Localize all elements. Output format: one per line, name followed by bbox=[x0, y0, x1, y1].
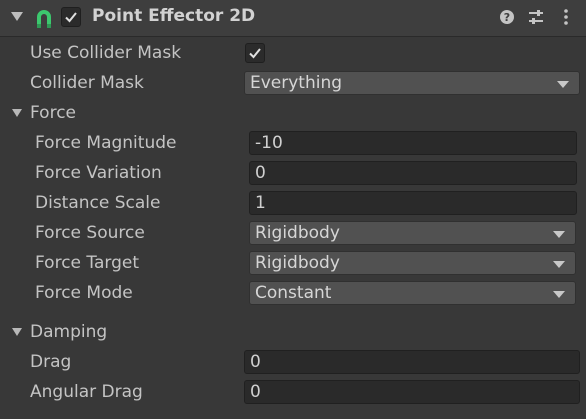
collider-mask-value: Everything bbox=[250, 73, 343, 93]
damping-foldout-icon[interactable] bbox=[12, 328, 22, 336]
force-target-value: Rigidbody bbox=[255, 253, 340, 273]
component-header[interactable]: Point Effector 2D ? bbox=[0, 0, 586, 37]
distance-scale-label: Distance Scale bbox=[35, 193, 161, 213]
force-source-dropdown[interactable]: Rigidbody bbox=[249, 221, 576, 245]
distance-scale-field[interactable]: 1 bbox=[249, 191, 577, 215]
dropdown-arrow-icon bbox=[553, 291, 565, 298]
force-target-label: Force Target bbox=[35, 253, 139, 273]
force-magnitude-label: Force Magnitude bbox=[35, 133, 177, 153]
collider-mask-dropdown[interactable]: Everything bbox=[244, 71, 580, 95]
force-section-label[interactable]: Force bbox=[30, 103, 76, 123]
drag-label: Drag bbox=[30, 352, 72, 372]
force-source-value: Rigidbody bbox=[255, 223, 340, 243]
force-mode-label: Force Mode bbox=[35, 283, 133, 303]
help-icon[interactable]: ? bbox=[497, 7, 517, 27]
kebab-menu-icon[interactable] bbox=[556, 7, 576, 27]
force-source-label: Force Source bbox=[35, 223, 145, 243]
magnet-icon bbox=[33, 8, 55, 30]
inspector-panel: Point Effector 2D ? Use Collider Mask Co… bbox=[0, 0, 586, 419]
component-title: Point Effector 2D bbox=[92, 6, 256, 26]
use-collider-mask-toggle[interactable] bbox=[245, 43, 265, 63]
angular-drag-field[interactable]: 0 bbox=[244, 380, 580, 404]
force-variation-label: Force Variation bbox=[35, 163, 162, 183]
checkmark-icon bbox=[65, 12, 77, 23]
collider-mask-label: Collider Mask bbox=[30, 73, 144, 93]
use-collider-mask-label: Use Collider Mask bbox=[30, 43, 182, 63]
force-foldout-icon[interactable] bbox=[12, 109, 22, 117]
component-foldout-icon[interactable] bbox=[11, 12, 23, 21]
drag-field[interactable]: 0 bbox=[244, 350, 580, 374]
damping-section-label[interactable]: Damping bbox=[30, 322, 107, 342]
force-target-dropdown[interactable]: Rigidbody bbox=[249, 251, 576, 275]
component-enabled-toggle[interactable] bbox=[61, 7, 81, 27]
force-mode-dropdown[interactable]: Constant bbox=[249, 281, 576, 305]
dropdown-arrow-icon bbox=[557, 81, 569, 88]
force-variation-field[interactable]: 0 bbox=[249, 161, 577, 185]
checkmark-icon bbox=[249, 48, 261, 59]
force-magnitude-field[interactable]: -10 bbox=[249, 131, 577, 155]
svg-text:?: ? bbox=[504, 11, 510, 24]
sliders-icon[interactable] bbox=[526, 7, 546, 27]
force-mode-value: Constant bbox=[255, 283, 332, 303]
dropdown-arrow-icon bbox=[553, 261, 565, 268]
dropdown-arrow-icon bbox=[553, 231, 565, 238]
angular-drag-label: Angular Drag bbox=[30, 382, 143, 402]
